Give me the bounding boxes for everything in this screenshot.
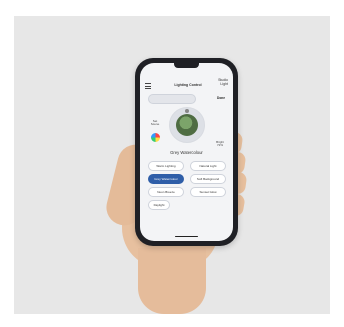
page-title: Lighting Control [174,83,202,87]
preset-button[interactable]: Soft Background [190,174,226,184]
preset-button[interactable]: Neon Breeze [148,187,184,197]
preset-button[interactable]: Natural Light [190,161,226,171]
color-palette-icon[interactable] [151,133,160,142]
app-header: Lighting Control Studio Light [145,78,228,91]
phone-screen: Lighting Control Studio Light Done Set S… [140,63,233,241]
preset-button[interactable]: Daylight [148,200,170,210]
hand-wrist [138,248,206,314]
scene-preview-image [176,114,198,136]
menu-icon[interactable] [145,83,151,89]
home-indicator [175,235,198,237]
preset-button[interactable]: Warm Lighting [148,161,184,171]
preset-button-selected[interactable]: Grey Watercolour [148,174,184,184]
brightness-label: Bright 72% [216,140,224,148]
preset-button[interactable]: Sunset Glow [190,187,226,197]
search-field[interactable] [148,94,196,104]
phone: Lighting Control Studio Light Done Set S… [135,58,238,246]
dial-knob[interactable] [185,109,189,113]
current-mode-title: Grey Watercolour [170,150,203,155]
light-control-dial[interactable] [169,107,205,143]
phone-notch [174,63,199,68]
scene-label: Set Scene [150,119,160,127]
header-status: Studio Light [218,78,228,86]
done-button[interactable]: Done [217,96,225,100]
